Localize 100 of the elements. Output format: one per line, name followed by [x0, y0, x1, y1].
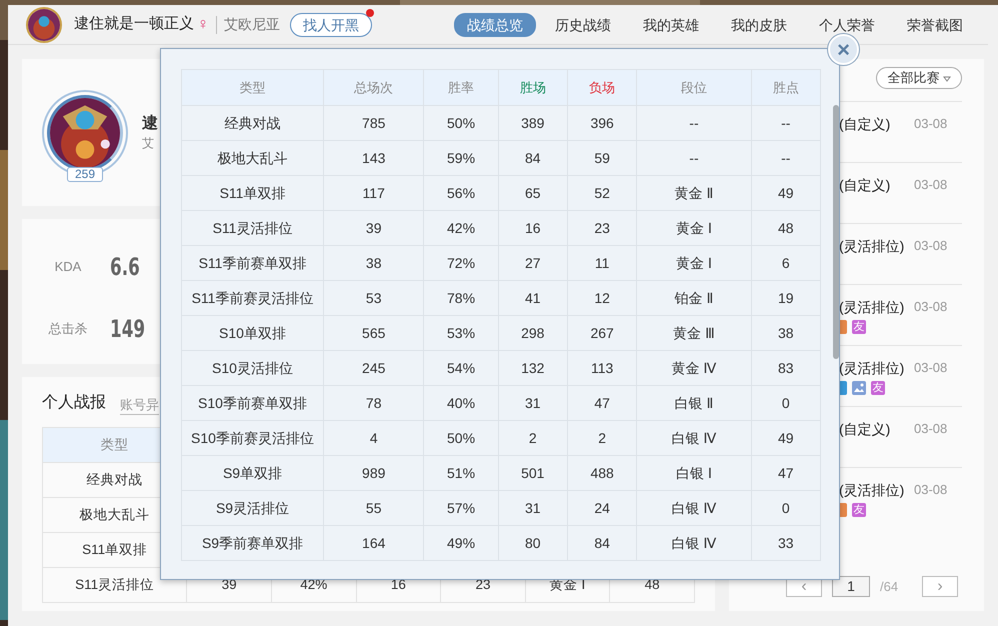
table-cell: 501	[498, 456, 568, 490]
table-cell: 51%	[424, 456, 498, 490]
stat-label: KDA	[54, 258, 82, 276]
table-cell: S10季前赛灵活排位	[182, 420, 324, 456]
filter-dropdown[interactable]: 全部比赛	[876, 67, 962, 89]
table-cell: S9季前赛单双排	[182, 526, 324, 560]
friend-tag: 友	[852, 503, 866, 517]
table-cell: 黄金 Ⅰ	[636, 210, 752, 246]
table-cell: 59%	[424, 140, 498, 176]
server-name: 艾	[142, 134, 155, 152]
table-cell: 78%	[424, 280, 498, 316]
table-cell: 53	[324, 280, 424, 316]
avatar[interactable]	[26, 6, 62, 42]
page-field[interactable]: 1	[832, 576, 870, 597]
table-cell: --	[751, 106, 820, 140]
table-cell: 24	[567, 490, 637, 526]
nav-tab[interactable]: 历史战绩	[542, 12, 624, 36]
table-cell: --	[751, 140, 820, 176]
column-header: 胜点	[751, 70, 820, 106]
table-cell: 49%	[424, 526, 498, 560]
nav-tab[interactable]: 我的英雄	[630, 12, 712, 36]
match-mode: (灵活排位)	[839, 360, 904, 376]
table-cell: 23	[567, 210, 637, 246]
nav-tab[interactable]: 个人荣誉	[806, 12, 888, 36]
table-cell: 143	[324, 140, 424, 176]
match-mode: (自定义)	[839, 116, 890, 132]
table-cell: 白银 Ⅰ	[636, 456, 752, 490]
scrollbar[interactable]	[833, 105, 839, 359]
match-date: 03-08	[914, 298, 948, 316]
table-cell: 41	[498, 280, 568, 316]
gender-icon: ♀	[197, 12, 209, 36]
stat-label: 总击杀	[48, 320, 88, 338]
table-cell: 50%	[424, 106, 498, 140]
table-cell: 49	[751, 176, 820, 210]
match-date: 03-08	[914, 420, 948, 438]
table-cell: 72%	[424, 246, 498, 280]
table-cell: S11季前赛单双排	[182, 246, 324, 280]
table-cell: 38	[324, 246, 424, 280]
table-cell: 113	[567, 350, 637, 386]
table-cell: 31	[498, 386, 568, 420]
match-mode: (自定义)	[839, 421, 890, 437]
table-cell: 白银 Ⅳ	[636, 526, 752, 560]
column-header: 胜场	[498, 70, 568, 106]
table-cell: 19	[751, 280, 820, 316]
stat-value: 149	[110, 314, 146, 345]
table-cell: 经典对战	[182, 106, 324, 140]
table-cell: 53%	[424, 316, 498, 350]
table-cell: 42%	[424, 210, 498, 246]
table-cell: 117	[324, 176, 424, 210]
table-cell: 16	[498, 210, 568, 246]
table-cell: 54%	[424, 350, 498, 386]
friend-tag: 友	[852, 320, 866, 334]
caret-icon	[943, 76, 951, 82]
table-cell: 2	[567, 420, 637, 456]
level-badge: 259	[66, 166, 104, 182]
table-cell: 白银 Ⅳ	[636, 420, 752, 456]
table-cell: 59	[567, 140, 637, 176]
table-cell: 2	[498, 420, 568, 456]
table-cell: 245	[324, 350, 424, 386]
match-date: 03-08	[914, 359, 948, 377]
friend-tag: 友	[871, 381, 885, 395]
table-cell: 50%	[424, 420, 498, 456]
table-cell: 47	[751, 456, 820, 490]
table-cell: 56%	[424, 176, 498, 210]
column-header: 类型	[182, 70, 324, 106]
match-mode: (灵活排位)	[839, 238, 904, 254]
table-cell: 565	[324, 316, 424, 350]
match-date: 03-08	[914, 481, 948, 499]
table-cell: 49	[751, 420, 820, 456]
match-mode: (灵活排位)	[839, 482, 904, 498]
page-total: /64	[880, 578, 898, 596]
table-cell: 黄金 Ⅰ	[636, 246, 752, 280]
table-cell: S10灵活排位	[182, 350, 324, 386]
column-header: 总场次	[324, 70, 424, 106]
table-cell: 0	[751, 490, 820, 526]
table-cell: 白银 Ⅱ	[636, 386, 752, 420]
table-cell: 铂金 Ⅱ	[636, 280, 752, 316]
table-cell: 132	[498, 350, 568, 386]
table-cell: 989	[324, 456, 424, 490]
table-cell: 4	[324, 420, 424, 456]
table-cell: S9灵活排位	[182, 490, 324, 526]
table-cell: 27	[498, 246, 568, 280]
table-cell: 80	[498, 526, 568, 560]
table-cell: 黄金 Ⅳ	[636, 350, 752, 386]
nav-tab[interactable]: 荣誉截图	[894, 12, 976, 36]
column-header: 胜率	[424, 70, 498, 106]
column-header: 负场	[567, 70, 637, 106]
table-cell: 396	[567, 106, 637, 140]
nav-tab[interactable]: 我的皮肤	[718, 12, 800, 36]
table-cell: 极地大乱斗	[182, 140, 324, 176]
stat-value: 6.6	[110, 252, 140, 283]
table-cell: 389	[498, 106, 568, 140]
column-header: 段位	[636, 70, 752, 106]
table-cell: S11单双排	[182, 176, 324, 210]
table-cell: 52	[567, 176, 637, 210]
table-cell: 黄金 Ⅲ	[636, 316, 752, 350]
table-cell: 47	[567, 386, 637, 420]
table-cell: 39	[324, 210, 424, 246]
table-cell: --	[636, 106, 752, 140]
table-cell: 33	[751, 526, 820, 560]
